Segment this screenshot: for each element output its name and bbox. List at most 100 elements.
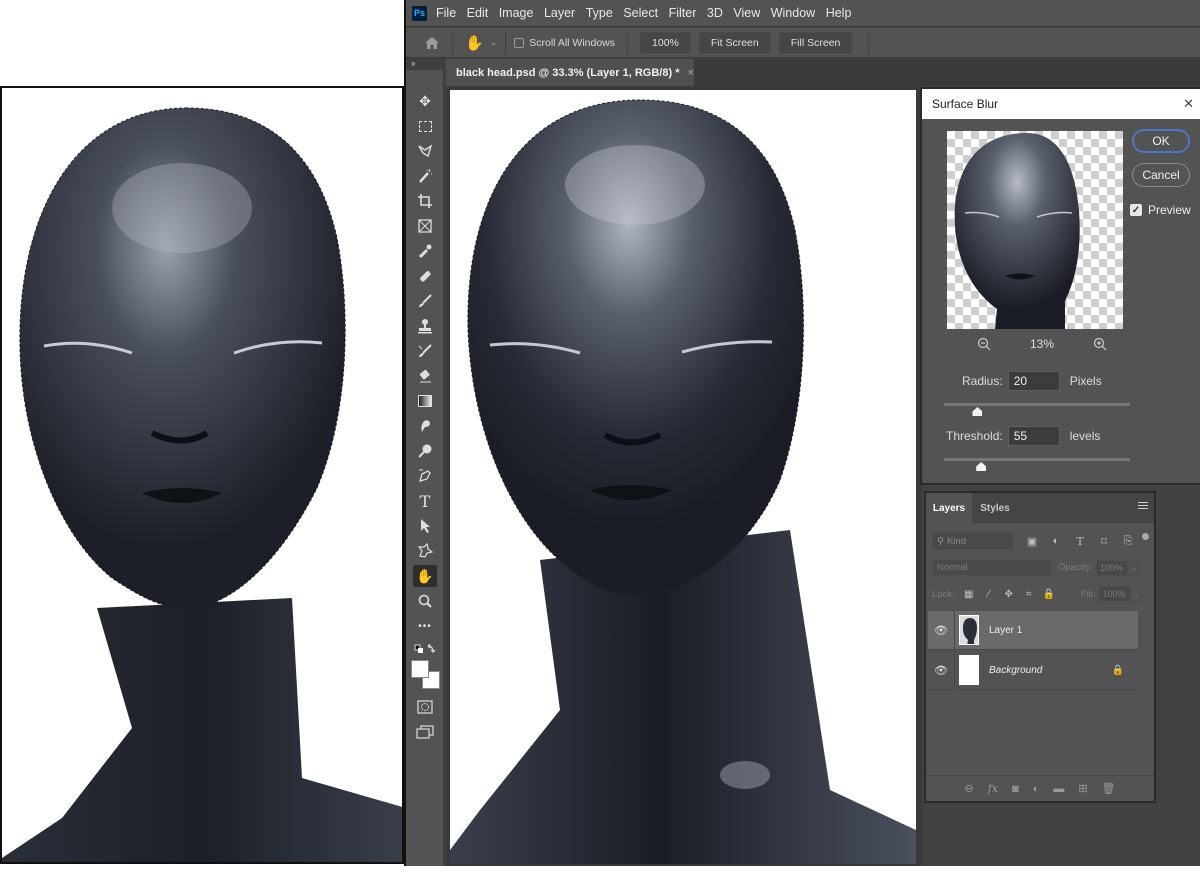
move-tool-icon[interactable]: ✥ bbox=[413, 90, 437, 112]
threshold-slider[interactable] bbox=[944, 458, 1130, 471]
filter-preview[interactable] bbox=[947, 131, 1123, 329]
filter-toggle-icon[interactable] bbox=[1142, 532, 1149, 540]
collapse-panel-button[interactable]: » bbox=[406, 58, 443, 70]
cancel-button[interactable]: Cancel bbox=[1132, 163, 1190, 187]
options-bar: ✋ ⌄ Scroll All Windows 100% Fit Screen F… bbox=[406, 28, 1200, 58]
hand-tool-icon[interactable]: ✋ bbox=[413, 565, 437, 587]
menu-select[interactable]: Select bbox=[623, 6, 658, 20]
preview-checkbox[interactable]: ✓ bbox=[1130, 204, 1142, 216]
close-document-icon[interactable]: × bbox=[687, 67, 693, 79]
magic-wand-tool-icon[interactable] bbox=[413, 165, 437, 187]
new-layer-icon[interactable]: ⊞ bbox=[1078, 782, 1087, 795]
type-tool-icon[interactable]: T bbox=[413, 490, 437, 512]
fx-icon[interactable]: fx bbox=[988, 782, 998, 795]
fit-screen-button[interactable]: Fit Screen bbox=[698, 31, 771, 54]
fill-screen-button[interactable]: Fill Screen bbox=[778, 31, 853, 54]
marquee-tool-icon[interactable] bbox=[413, 115, 437, 137]
lock-image-pixels-icon[interactable]: ⁄ bbox=[983, 589, 995, 600]
radius-input[interactable]: 20 bbox=[1007, 371, 1060, 391]
menu-edit[interactable]: Edit bbox=[467, 6, 489, 20]
document-tab[interactable]: black head.psd @ 33.3% (Layer 1, RGB/8) … bbox=[446, 59, 694, 86]
brush-tool-icon[interactable] bbox=[413, 290, 437, 312]
home-icon[interactable] bbox=[424, 36, 440, 50]
menu-help[interactable]: Help bbox=[826, 6, 852, 20]
menu-3d[interactable]: 3D bbox=[707, 6, 723, 20]
menu-filter[interactable]: Filter bbox=[669, 6, 697, 20]
menu-image[interactable]: Image bbox=[499, 6, 534, 20]
clone-stamp-tool-icon[interactable] bbox=[413, 315, 437, 337]
layer-row-background[interactable]: 👁 Background 🔒 bbox=[928, 650, 1138, 690]
close-dialog-icon[interactable]: ✕ bbox=[1183, 96, 1194, 112]
opacity-dropdown[interactable]: ⌄ bbox=[1127, 559, 1140, 576]
lock-position-icon[interactable]: ✥ bbox=[1003, 589, 1015, 600]
layer-lock-icon[interactable]: 🔒 bbox=[1112, 665, 1124, 676]
eyedropper-tool-icon[interactable] bbox=[413, 240, 437, 262]
more-tools-icon[interactable]: ••• bbox=[413, 615, 437, 637]
scroll-all-windows-checkbox[interactable] bbox=[514, 37, 525, 48]
visibility-eye-icon[interactable]: 👁 bbox=[928, 664, 954, 677]
menu-file[interactable]: File bbox=[436, 6, 456, 20]
lock-all-icon[interactable]: 🔒 bbox=[1043, 589, 1055, 600]
add-mask-icon[interactable]: ◙ bbox=[1012, 783, 1019, 795]
radius-slider-thumb[interactable] bbox=[972, 407, 983, 416]
lasso-tool-icon[interactable] bbox=[413, 140, 437, 162]
chevron-down-icon[interactable]: ⌄ bbox=[490, 37, 498, 48]
foreground-color-swatch[interactable] bbox=[411, 660, 429, 678]
document-tab-title: black head.psd @ 33.3% (Layer 1, RGB/8) … bbox=[456, 66, 680, 79]
zoom-in-icon[interactable] bbox=[1093, 337, 1107, 351]
preview-toggle[interactable]: ✓ Preview bbox=[1130, 203, 1191, 217]
photoshop-logo-icon: Ps bbox=[412, 5, 427, 21]
threshold-input[interactable]: 55 bbox=[1007, 426, 1060, 446]
frame-tool-icon[interactable] bbox=[413, 215, 437, 237]
screen-mode-tool-icon[interactable] bbox=[413, 721, 437, 743]
trash-icon[interactable]: 🗑 bbox=[1102, 782, 1116, 795]
path-selection-tool-icon[interactable] bbox=[413, 515, 437, 537]
pixel-layer-filter-icon[interactable]: ▣ bbox=[1026, 535, 1038, 548]
menu-window[interactable]: Window bbox=[771, 6, 815, 20]
fill-dropdown[interactable]: ⌄ bbox=[1130, 586, 1143, 602]
adjustment-layer-filter-icon[interactable]: ◐ bbox=[1050, 535, 1062, 547]
new-group-folder-icon[interactable]: ▬ bbox=[1053, 783, 1064, 795]
crop-tool-icon[interactable] bbox=[413, 190, 437, 212]
divider bbox=[954, 610, 955, 650]
panel-menu-icon[interactable] bbox=[1138, 502, 1148, 512]
quick-mask-tool-icon[interactable] bbox=[413, 696, 437, 718]
layers-panel-footer: ⊖ fx ◙ ◐ ▬ ⊞ 🗑 bbox=[926, 775, 1154, 801]
default-colors-swap-icon[interactable] bbox=[413, 640, 437, 662]
menu-layer[interactable]: Layer bbox=[544, 6, 575, 20]
tab-styles[interactable]: Styles bbox=[976, 493, 1014, 523]
eraser-tool-icon[interactable] bbox=[413, 365, 437, 387]
lock-transparent-pixels-icon[interactable]: ▦ bbox=[963, 589, 975, 600]
hand-tool-preset-icon[interactable]: ✋ bbox=[465, 34, 484, 52]
menu-view[interactable]: View bbox=[733, 6, 760, 20]
lock-artboard-icon[interactable]: ⌗ bbox=[1023, 589, 1035, 600]
custom-shape-tool-icon[interactable] bbox=[413, 540, 437, 562]
pen-tool-icon[interactable] bbox=[413, 465, 437, 487]
smart-object-filter-icon[interactable]: ⎘ bbox=[1122, 535, 1134, 548]
fill-input[interactable]: 100% bbox=[1098, 586, 1131, 602]
tab-layers[interactable]: Layers bbox=[926, 493, 972, 523]
visibility-eye-icon[interactable]: 👁 bbox=[928, 624, 954, 637]
shape-layer-filter-icon[interactable]: ⌑ bbox=[1098, 535, 1110, 548]
zoom-out-icon[interactable] bbox=[977, 337, 991, 351]
threshold-slider-thumb[interactable] bbox=[976, 462, 987, 471]
radius-slider[interactable] bbox=[944, 403, 1130, 416]
history-brush-tool-icon[interactable] bbox=[413, 340, 437, 362]
threshold-label: Threshold: bbox=[946, 429, 1003, 443]
ok-button[interactable]: OK bbox=[1132, 129, 1190, 153]
opacity-input[interactable]: 100% bbox=[1095, 559, 1128, 576]
blend-mode-select[interactable]: Normal bbox=[932, 559, 1052, 576]
zoom-tool-icon[interactable] bbox=[413, 590, 437, 612]
adjustment-layer-icon[interactable]: ◐ bbox=[1033, 783, 1040, 795]
kind-filter-select[interactable]: ⚲ Kind bbox=[932, 532, 1014, 550]
healing-brush-tool-icon[interactable] bbox=[413, 265, 437, 287]
link-layers-icon[interactable]: ⊖ bbox=[965, 782, 974, 795]
dodge-tool-icon[interactable] bbox=[413, 440, 437, 462]
blur-tool-icon[interactable] bbox=[413, 415, 437, 437]
zoom-100-button[interactable]: 100% bbox=[640, 31, 691, 54]
document-canvas[interactable] bbox=[450, 90, 916, 864]
layer-row-layer-1[interactable]: 👁 Layer 1 bbox=[928, 610, 1138, 650]
type-layer-filter-icon[interactable]: T bbox=[1074, 535, 1086, 548]
gradient-tool-icon[interactable] bbox=[413, 390, 437, 412]
menu-type[interactable]: Type bbox=[586, 6, 613, 20]
